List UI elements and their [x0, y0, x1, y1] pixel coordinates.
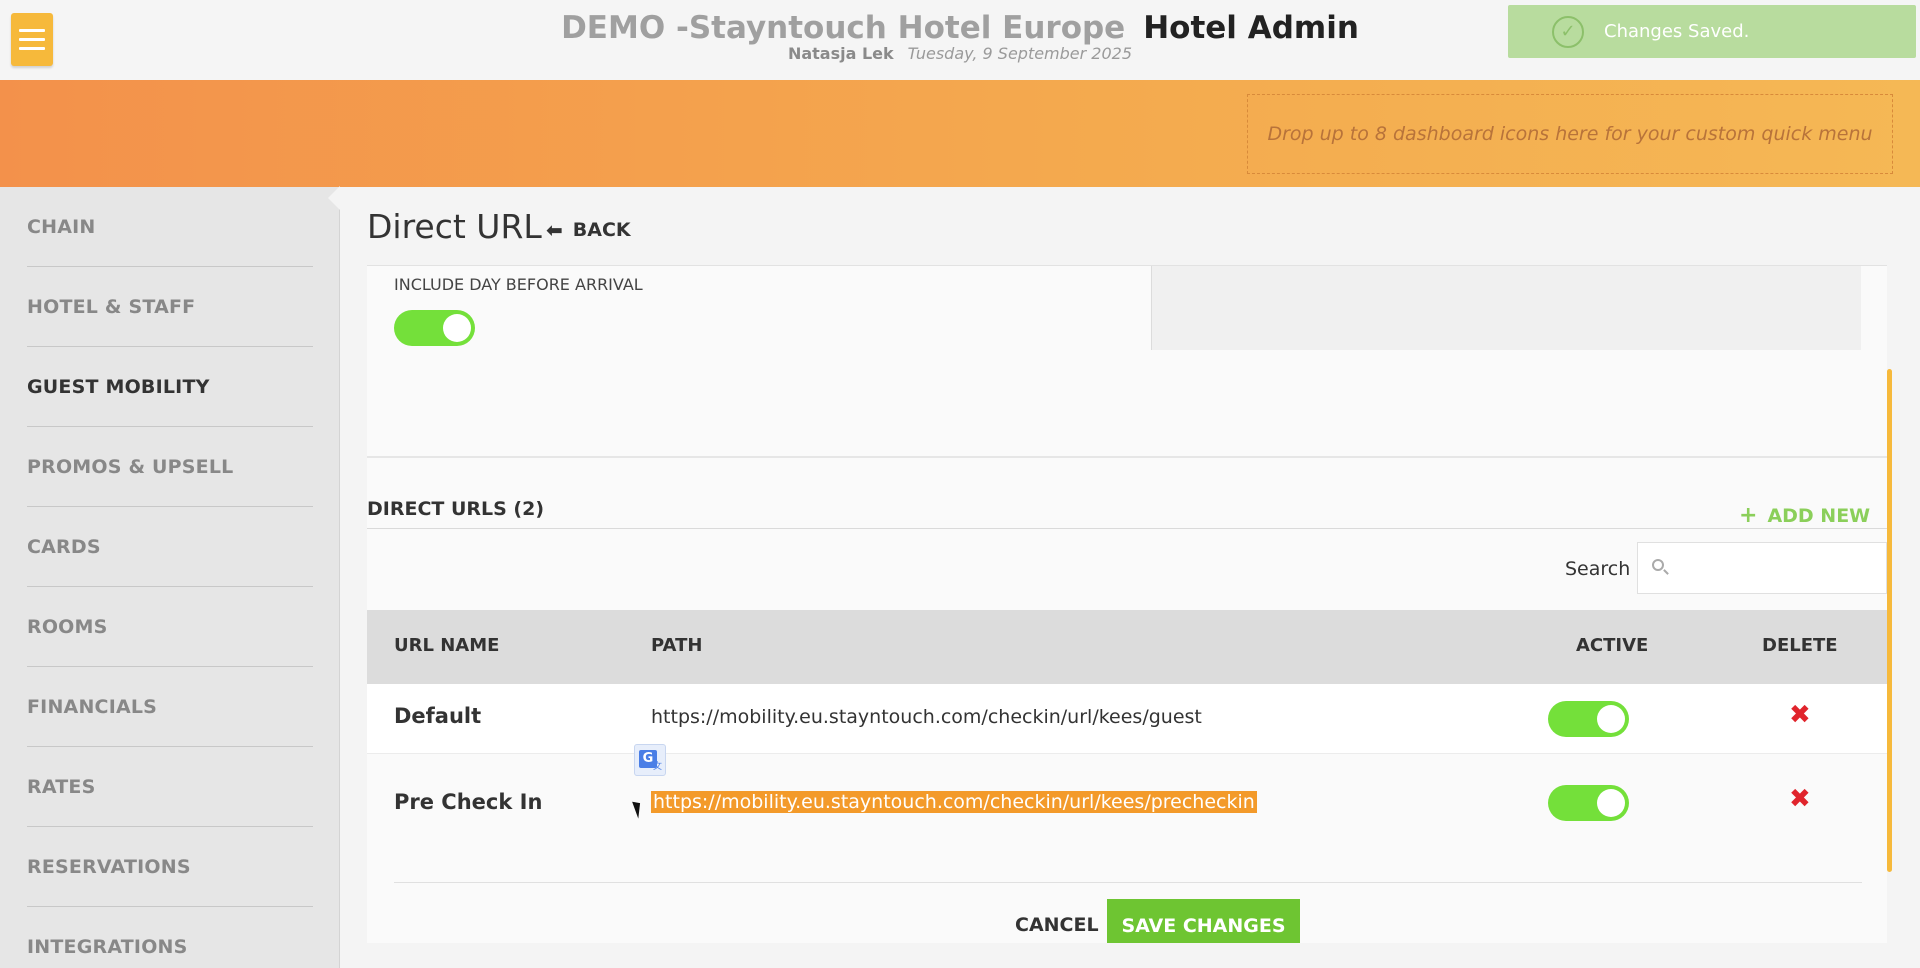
- sidebar-item-reservations[interactable]: RESERVATIONS: [27, 827, 313, 907]
- app-name: Hotel Admin: [1143, 10, 1359, 46]
- sidebar-item-chain[interactable]: CHAIN: [27, 187, 313, 267]
- active-item-pointer: [328, 186, 340, 210]
- google-translate-icon[interactable]: G 文: [634, 744, 666, 776]
- table-row[interactable]: Pre Check In https://mobility.eu.staynto…: [367, 763, 1887, 843]
- active-toggle[interactable]: [1548, 785, 1629, 821]
- back-label: BACK: [572, 219, 631, 241]
- toggle-knob: [1597, 705, 1625, 733]
- search-icon: [1652, 559, 1664, 571]
- page-title: Direct URL: [367, 207, 542, 246]
- sidebar-item-hotel-staff[interactable]: HOTEL & STAFF: [27, 267, 313, 347]
- check-circle-icon: ✓: [1552, 15, 1584, 48]
- main-content: Direct URL ⬅ BACK INCLUDE DAY BEFORE ARR…: [340, 187, 1920, 968]
- toast-message: Changes Saved.: [1604, 21, 1750, 42]
- toggle-knob: [1597, 789, 1625, 817]
- top-header: DEMO -Stayntouch Hotel Europe Hotel Admin…: [0, 0, 1920, 80]
- divider: [367, 528, 1887, 529]
- delete-icon[interactable]: ✖: [1789, 700, 1811, 730]
- sidebar-item-rooms[interactable]: ROOMS: [27, 587, 313, 667]
- column-header-active: ACTIVE: [1576, 635, 1649, 656]
- column-header-path[interactable]: PATH: [651, 635, 702, 656]
- url-name-cell[interactable]: Pre Check In: [394, 790, 542, 814]
- cancel-button[interactable]: CANCEL: [1015, 914, 1099, 936]
- changes-saved-toast: ✓ Changes Saved.: [1508, 5, 1916, 58]
- url-path-cell[interactable]: https://mobility.eu.stayntouch.com/check…: [651, 706, 1202, 728]
- sidebar-item-financials[interactable]: FINANCIALS: [27, 667, 313, 747]
- url-path-cell-selected[interactable]: https://mobility.eu.stayntouch.com/check…: [651, 791, 1257, 813]
- save-changes-button[interactable]: SAVE CHANGES: [1107, 899, 1300, 943]
- search-label: Search: [1565, 558, 1631, 580]
- add-new-button[interactable]: + ADD NEW: [1739, 503, 1870, 528]
- table-header: URL NAME PATH ACTIVE DELETE: [367, 610, 1887, 684]
- sidebar-item-cards[interactable]: CARDS: [27, 507, 313, 587]
- include-day-before-label: INCLUDE DAY BEFORE ARRIVAL: [394, 275, 643, 294]
- user-name: Natasja Lek: [787, 44, 894, 63]
- toggle-knob: [443, 314, 471, 342]
- arrow-left-icon: ⬅: [546, 218, 563, 242]
- translate-tx-glyph: 文: [652, 762, 662, 772]
- divider: [394, 882, 1862, 883]
- vertical-scrollbar[interactable]: [1887, 369, 1892, 872]
- admin-sidebar: CHAIN HOTEL & STAFF GUEST MOBILITY PROMOS &…: [0, 187, 340, 968]
- hotel-name: DEMO -Stayntouch Hotel Europe: [561, 10, 1126, 46]
- sidebar-item-guest-mobility[interactable]: GUEST MOBILITY: [27, 347, 313, 427]
- include-day-before-toggle[interactable]: [394, 310, 475, 346]
- sidebar-item-rates[interactable]: RATES: [27, 747, 313, 827]
- search-input[interactable]: [1674, 543, 1884, 593]
- plus-icon: +: [1739, 503, 1758, 528]
- search-field[interactable]: [1637, 542, 1887, 594]
- back-button[interactable]: ⬅ BACK: [546, 218, 631, 242]
- direct-url-panel: INCLUDE DAY BEFORE ARRIVAL DIRECT URLS (…: [367, 265, 1887, 943]
- table-row[interactable]: Default https://mobility.eu.stayntouch.c…: [367, 684, 1887, 754]
- sidebar-item-integrations[interactable]: INTEGRATIONS: [27, 907, 313, 968]
- add-new-label: ADD NEW: [1767, 504, 1871, 527]
- url-name-cell[interactable]: Default: [394, 704, 481, 728]
- quick-menu-bar: Drop up to 8 dashboard icons here for yo…: [0, 80, 1920, 187]
- sidebar-item-promos-upsell[interactable]: PROMOS & UPSELL: [27, 427, 313, 507]
- quick-menu-dropzone[interactable]: Drop up to 8 dashboard icons here for yo…: [1247, 94, 1893, 174]
- settings-side-box: [1151, 266, 1861, 350]
- active-toggle[interactable]: [1548, 701, 1629, 737]
- settings-section: INCLUDE DAY BEFORE ARRIVAL: [367, 266, 1887, 458]
- column-header-url-name[interactable]: URL NAME: [394, 635, 499, 656]
- column-header-delete: DELETE: [1762, 635, 1838, 656]
- delete-icon[interactable]: ✖: [1789, 784, 1811, 814]
- business-date: Tuesday, 9 September 2025: [907, 44, 1133, 63]
- direct-urls-heading: DIRECT URLS (2): [367, 498, 545, 520]
